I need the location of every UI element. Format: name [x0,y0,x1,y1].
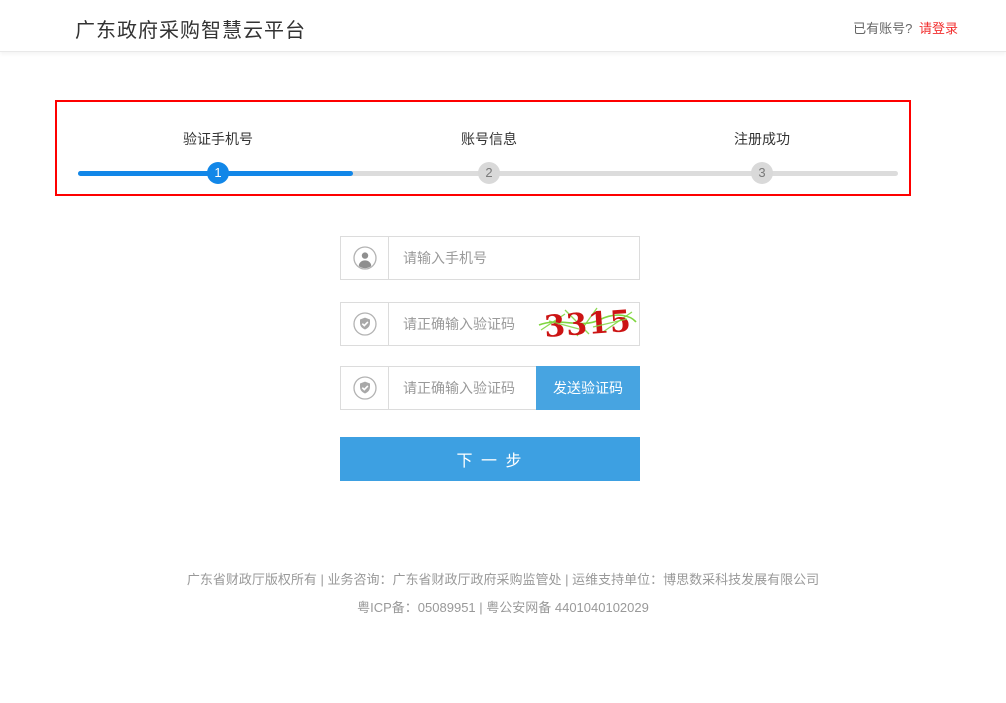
page-title: 广东政府采购智慧云平台 [75,14,306,43]
header: 广东政府采购智慧云平台 已有账号? 请登录 [0,0,1006,52]
step-label-account-info: 账号信息 [461,129,517,149]
stepper: 验证手机号 账号信息 注册成功 1 2 3 [55,100,911,196]
phone-input-row [340,236,640,280]
step-label-verify-phone: 验证手机号 [183,129,253,149]
login-link[interactable]: 请登录 [919,21,958,36]
step-circle-2: 2 [478,162,500,184]
step-circle-3: 3 [751,162,773,184]
shield-check-icon [341,303,389,345]
shield-check-icon [341,367,389,409]
step-circle-1: 1 [207,162,229,184]
stepper-track: 1 2 3 [78,171,898,176]
captcha-code-text: 3315 [543,304,633,345]
footer-copyright: 广东省财政厅版权所有 | 业务咨询：广东省财政厅政府采购监管处 | 运维支持单位… [0,569,1006,588]
user-icon [341,237,389,279]
next-step-button[interactable]: 下 一 步 [340,437,640,481]
have-account-text: 已有账号? [853,21,912,36]
captcha-input-row: 3315 [340,302,640,346]
registration-page: 广东政府采购智慧云平台 已有账号? 请登录 验证手机号 账号信息 注册成功 1 … [0,0,1006,703]
header-account-area: 已有账号? 请登录 [853,18,958,37]
sms-code-input-row: 发送验证码 [340,366,640,410]
footer-icp: 粤ICP备：05089951 | 粤公安网备 4401040102029 [0,597,1006,616]
step-label-register-success: 注册成功 [734,129,790,149]
phone-input[interactable] [389,237,639,279]
captcha-image[interactable]: 3315 [535,303,639,345]
send-code-button[interactable]: 发送验证码 [536,366,640,410]
